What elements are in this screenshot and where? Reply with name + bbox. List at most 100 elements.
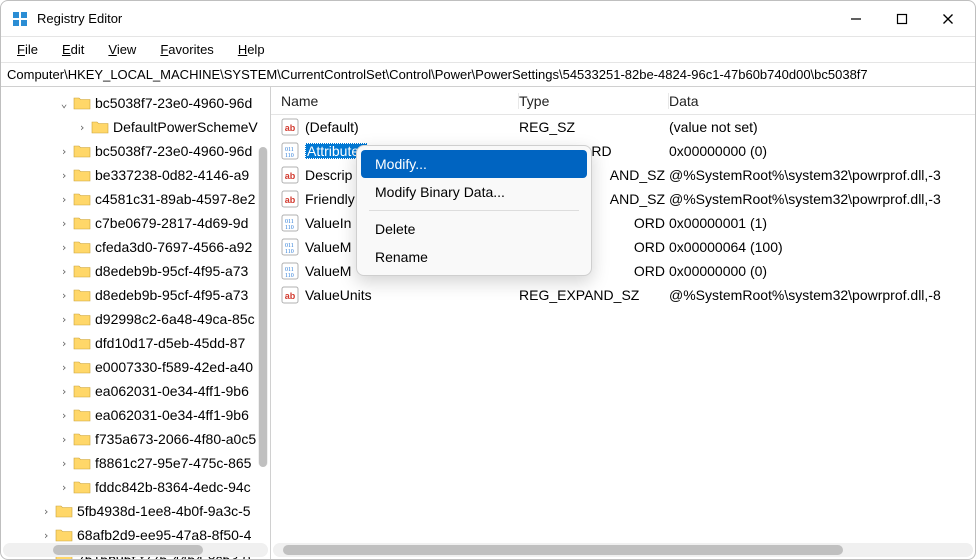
value-data: @%SystemRoot%\system32\powrprof.dll,-3 bbox=[669, 167, 975, 183]
chevron-right-icon[interactable]: › bbox=[57, 217, 71, 230]
value-data: 0x00000000 (0) bbox=[669, 263, 975, 279]
values-horizontal-scrollbar[interactable] bbox=[273, 543, 973, 557]
context-menu-modify-binary[interactable]: Modify Binary Data... bbox=[361, 178, 587, 206]
app-icon bbox=[11, 10, 29, 28]
menu-favorites[interactable]: Favorites bbox=[150, 40, 223, 59]
tree-item[interactable]: › be337238-0d82-4146-a9 bbox=[1, 163, 270, 187]
chevron-right-icon[interactable]: › bbox=[75, 121, 89, 134]
tree-item-label: ea062031-0e34-4ff1-9b6 bbox=[95, 407, 249, 423]
tree-item[interactable]: ›d92998c2-6a48-49ca-85c bbox=[1, 307, 270, 331]
context-menu-delete[interactable]: Delete bbox=[361, 215, 587, 243]
tree-item[interactable]: ›c4581c31-89ab-4597-8e2 bbox=[1, 187, 270, 211]
column-name[interactable]: Name bbox=[271, 93, 519, 109]
tree-item[interactable]: › fddc842b-8364-4edc-94c bbox=[1, 475, 270, 499]
tree-item[interactable]: › f735a673-2066-4f80-a0c5 bbox=[1, 427, 270, 451]
folder-icon bbox=[73, 239, 91, 255]
chevron-right-icon[interactable]: › bbox=[57, 265, 71, 278]
folder-icon bbox=[73, 215, 91, 231]
tree-item-label: be337238-0d82-4146-a9 bbox=[95, 167, 249, 183]
tree-item-label: e0007330-f589-42ed-a40 bbox=[95, 359, 253, 375]
list-header[interactable]: Name Type Data bbox=[271, 87, 975, 115]
tree-item-label: dfd10d17-d5eb-45dd-87 bbox=[95, 335, 245, 351]
tree-item-label: c7be0679-2817-4d69-9d bbox=[95, 215, 248, 231]
tree-item-label: 5fb4938d-1ee8-4b0f-9a3c-5 bbox=[77, 503, 251, 519]
context-menu-modify[interactable]: Modify... bbox=[361, 150, 587, 178]
dword-value-icon bbox=[281, 214, 299, 232]
menu-file[interactable]: File bbox=[7, 40, 48, 59]
value-data: @%SystemRoot%\system32\powrprof.dll,-3 bbox=[669, 191, 975, 207]
tree-item[interactable]: › 5fb4938d-1ee8-4b0f-9a3c-5 bbox=[1, 499, 270, 523]
tree-item[interactable]: ›d8edeb9b-95cf-4f95-a73 bbox=[1, 259, 270, 283]
chevron-right-icon[interactable]: › bbox=[57, 241, 71, 254]
chevron-right-icon[interactable]: › bbox=[57, 457, 71, 470]
tree-item-label: cfeda3d0-7697-4566-a92 bbox=[95, 239, 252, 255]
tree-item[interactable]: › d8edeb9b-95cf-4f95-a73 bbox=[1, 283, 270, 307]
tree-item[interactable]: › cfeda3d0-7697-4566-a92 bbox=[1, 235, 270, 259]
folder-icon bbox=[55, 527, 73, 543]
tree-vertical-scrollbar[interactable] bbox=[258, 147, 268, 467]
column-data[interactable]: Data bbox=[669, 93, 975, 109]
folder-icon bbox=[73, 191, 91, 207]
chevron-right-icon[interactable]: › bbox=[57, 361, 71, 374]
tree-item-label: fddc842b-8364-4edc-94c bbox=[95, 479, 251, 495]
column-type[interactable]: Type bbox=[519, 93, 669, 109]
context-menu-separator bbox=[369, 210, 579, 211]
tree-item[interactable]: ›f8861c27-95e7-475c-865 bbox=[1, 451, 270, 475]
tree-item[interactable]: › c7be0679-2817-4d69-9d bbox=[1, 211, 270, 235]
tree-item[interactable]: ›bc5038f7-23e0-4960-96d bbox=[1, 139, 270, 163]
context-menu-rename[interactable]: Rename bbox=[361, 243, 587, 271]
chevron-right-icon[interactable]: › bbox=[57, 145, 71, 158]
tree-item-label: f735a673-2066-4f80-a0c5 bbox=[95, 431, 256, 447]
folder-icon bbox=[73, 311, 91, 327]
value-name: Descrip bbox=[305, 167, 352, 183]
folder-icon bbox=[73, 383, 91, 399]
tree-item-label: d8edeb9b-95cf-4f95-a73 bbox=[95, 287, 248, 303]
minimize-button[interactable] bbox=[833, 4, 879, 34]
chevron-right-icon[interactable]: › bbox=[57, 289, 71, 302]
chevron-right-icon[interactable]: › bbox=[39, 529, 53, 542]
close-button[interactable] bbox=[925, 4, 971, 34]
folder-icon bbox=[73, 263, 91, 279]
dword-value-icon bbox=[281, 142, 299, 160]
maximize-button[interactable] bbox=[879, 4, 925, 34]
values-pane[interactable]: Name Type Data (Default)REG_SZ(value not… bbox=[271, 87, 975, 559]
dword-value-icon bbox=[281, 238, 299, 256]
tree-item-label: 68afb2d9-ee95-47a8-8f50-4 bbox=[77, 527, 251, 543]
chevron-right-icon[interactable]: › bbox=[57, 337, 71, 350]
chevron-right-icon[interactable]: › bbox=[57, 409, 71, 422]
menu-edit[interactable]: Edit bbox=[52, 40, 94, 59]
chevron-right-icon[interactable]: › bbox=[39, 505, 53, 518]
chevron-right-icon[interactable]: › bbox=[57, 313, 71, 326]
tree-item[interactable]: ⌄bc5038f7-23e0-4960-96d bbox=[1, 91, 270, 115]
folder-icon bbox=[91, 119, 109, 135]
tree-item[interactable]: › e0007330-f589-42ed-a40 bbox=[1, 355, 270, 379]
chevron-right-icon[interactable]: › bbox=[57, 481, 71, 494]
chevron-right-icon[interactable]: › bbox=[57, 385, 71, 398]
chevron-right-icon[interactable]: › bbox=[57, 433, 71, 446]
tree-item[interactable]: › ea062031-0e34-4ff1-9b6 bbox=[1, 403, 270, 427]
tree-item[interactable]: ›DefaultPowerSchemeV bbox=[1, 115, 270, 139]
chevron-down-icon[interactable]: ⌄ bbox=[57, 97, 71, 110]
registry-editor-window: Registry Editor File Edit View Favorites… bbox=[0, 0, 976, 560]
value-row[interactable]: (Default)REG_SZ(value not set) bbox=[271, 115, 975, 139]
folder-icon bbox=[73, 407, 91, 423]
folder-icon bbox=[73, 479, 91, 495]
menubar: File Edit View Favorites Help bbox=[1, 37, 975, 63]
tree-item[interactable]: › dfd10d17-d5eb-45dd-87 bbox=[1, 331, 270, 355]
string-value-icon bbox=[281, 190, 299, 208]
tree-horizontal-scrollbar[interactable] bbox=[3, 543, 268, 557]
menu-help[interactable]: Help bbox=[228, 40, 275, 59]
folder-icon bbox=[55, 503, 73, 519]
chevron-right-icon[interactable]: › bbox=[57, 193, 71, 206]
tree-item[interactable]: ›ea062031-0e34-4ff1-9b6 bbox=[1, 379, 270, 403]
value-row[interactable]: ValueUnitsREG_EXPAND_SZ@%SystemRoot%\sys… bbox=[271, 283, 975, 307]
string-value-icon bbox=[281, 118, 299, 136]
address-bar[interactable]: Computer\HKEY_LOCAL_MACHINE\SYSTEM\Curre… bbox=[1, 63, 975, 87]
folder-icon bbox=[73, 167, 91, 183]
menu-view[interactable]: View bbox=[98, 40, 146, 59]
value-data: (value not set) bbox=[669, 119, 975, 135]
folder-icon bbox=[73, 95, 91, 111]
chevron-right-icon[interactable]: › bbox=[57, 169, 71, 182]
tree-pane[interactable]: ⌄bc5038f7-23e0-4960-96d›DefaultPowerSche… bbox=[1, 87, 271, 559]
context-menu: Modify... Modify Binary Data... Delete R… bbox=[356, 145, 592, 276]
